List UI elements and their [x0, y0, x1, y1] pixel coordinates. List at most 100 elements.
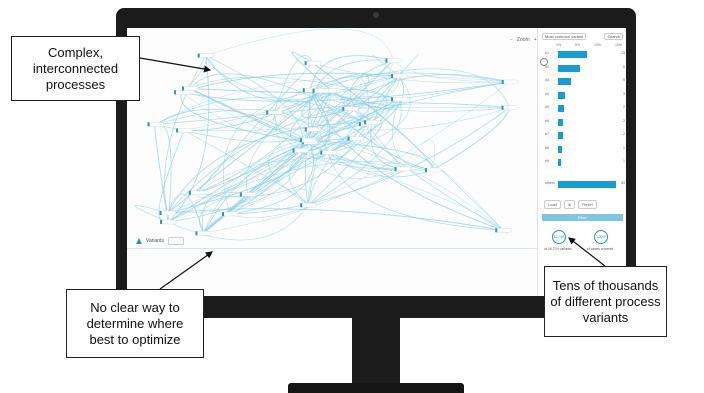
process-node-marker [302, 88, 305, 93]
monitor-stand-neck [352, 318, 400, 384]
variants-dropdown[interactable] [167, 237, 184, 245]
process-edge [167, 121, 373, 214]
process-node[interactable] [292, 148, 309, 153]
process-node-marker [385, 58, 388, 63]
variant-value: 2 [623, 105, 625, 109]
process-node[interactable] [159, 219, 177, 225]
webcam [373, 12, 379, 18]
variant-bar [558, 51, 587, 58]
callout-no-clear-way: No clear way to determine where best to … [66, 289, 204, 358]
process-node-marker [174, 90, 177, 95]
variant-bar [558, 132, 563, 139]
process-node[interactable] [363, 120, 381, 125]
process-node-marker [266, 110, 269, 115]
variants-panel: Most common variant Search 0% 5% 10% 15%… [537, 28, 626, 296]
process-node[interactable] [501, 105, 518, 110]
process-map-canvas[interactable] [127, 28, 537, 248]
process-node-marker [364, 120, 367, 125]
process-edge [402, 139, 435, 171]
process-edge [154, 123, 169, 223]
process-node[interactable] [195, 231, 212, 236]
process-node[interactable] [159, 210, 176, 216]
variant-search[interactable]: Search [604, 32, 623, 40]
process-node[interactable] [390, 97, 408, 102]
process-node[interactable] [304, 127, 321, 132]
process-node[interactable] [394, 166, 411, 172]
process-node-marker [391, 97, 394, 102]
process-node[interactable] [181, 86, 199, 91]
process-node[interactable] [312, 88, 329, 94]
process-node[interactable] [342, 106, 359, 111]
variant-bar [558, 78, 571, 85]
process-node[interactable] [299, 137, 317, 143]
variant-sort-dropdown[interactable]: Most common variant [542, 32, 587, 40]
zoom-out-button[interactable]: − [510, 37, 513, 43]
process-node[interactable] [385, 58, 402, 63]
variant-bar-row[interactable]: #7 2 [542, 131, 625, 140]
variant-label: #6 [545, 118, 549, 123]
process-node-marker [320, 150, 323, 155]
process-edge [189, 73, 368, 125]
process-node[interactable] [265, 110, 283, 115]
reset-button[interactable]: Reset [578, 200, 597, 209]
variant-bar-row[interactable]: #8 1 [542, 145, 625, 154]
process-edge [155, 123, 172, 223]
process-node[interactable] [320, 150, 337, 155]
process-edge [432, 107, 510, 171]
process-node-marker [342, 106, 345, 111]
variant-bar-row[interactable]: others 64 [542, 180, 625, 189]
monitor-stand-base [288, 383, 464, 393]
variant-label: #1 [545, 51, 549, 55]
process-graph[interactable]: − Zoom + Variants [127, 28, 537, 296]
scale-tick: 10% [594, 43, 602, 47]
process-node[interactable] [239, 192, 257, 197]
process-node-marker [239, 192, 242, 197]
process-node[interactable] [188, 190, 206, 196]
variant-bar-row[interactable]: #2 8 [542, 64, 625, 73]
process-node[interactable] [197, 53, 214, 58]
scale-tick: 0% [556, 43, 562, 47]
variant-bar-list: #1 13 #2 8 #3 5 #4 3 #5 2 #6 2 #7 2 #8 1 #9 1 others 64 [542, 50, 625, 190]
variant-bar-row[interactable]: #5 2 [542, 104, 625, 113]
variant-bar-row[interactable]: #4 3 [542, 91, 625, 100]
process-node[interactable] [147, 122, 164, 127]
cases-covered-caption: of cases covered [586, 247, 614, 251]
variants-count-caption: of 15,724 variants [544, 247, 572, 251]
variant-bar-row[interactable]: #1 13 [542, 50, 625, 59]
process-node[interactable] [347, 136, 364, 141]
variant-label: #5 [545, 105, 549, 109]
variant-bar [558, 64, 581, 72]
process-node[interactable] [173, 90, 191, 95]
cases-covered-gauge: 100% [594, 230, 608, 244]
variant-bar-row[interactable]: #9 1 [542, 158, 625, 167]
variant-bar [558, 181, 616, 188]
graph-divider [127, 248, 537, 249]
variant-label: others [545, 181, 555, 185]
variant-value: 5 [623, 78, 625, 82]
process-node[interactable] [299, 203, 317, 208]
zoom-controls: − Zoom + [510, 37, 537, 43]
variants-selector[interactable]: Variants [136, 237, 184, 245]
process-node[interactable] [175, 128, 193, 133]
process-node[interactable] [221, 211, 239, 217]
filter-button[interactable]: Filter [542, 214, 623, 221]
process-node-marker [222, 211, 225, 216]
scale-tick: 15% [614, 43, 622, 47]
variant-value: 8 [623, 64, 625, 69]
clear-icon[interactable]: ⊗ [563, 200, 576, 209]
process-edge [309, 74, 510, 143]
process-node[interactable] [304, 60, 321, 66]
variants-icon [136, 238, 142, 244]
callout-process-variants: Tens of thousands of different process v… [544, 266, 667, 337]
load-button[interactable]: Load [544, 200, 561, 209]
variant-bar-row[interactable]: #3 5 [542, 77, 625, 86]
variants-count-gauge: 12 / 59 [552, 230, 566, 244]
process-node[interactable] [390, 73, 408, 79]
process-node[interactable] [495, 228, 512, 233]
process-node[interactable] [424, 167, 442, 173]
variant-bar-row[interactable]: #6 2 [542, 118, 625, 127]
process-node-marker [495, 228, 498, 233]
process-node[interactable] [501, 79, 518, 85]
selection-handle[interactable] [540, 58, 548, 66]
process-node-marker [188, 190, 191, 195]
